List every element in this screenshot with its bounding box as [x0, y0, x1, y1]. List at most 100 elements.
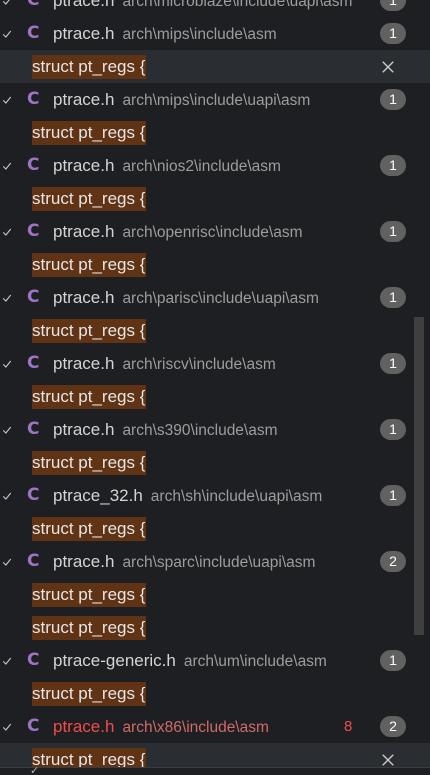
match-count-badge: 1 — [380, 89, 406, 110]
match-result-row[interactable]: struct pt_regs { — [0, 578, 430, 611]
chevron-down-icon[interactable] — [0, 545, 14, 578]
match-result-row[interactable]: struct pt_regs { — [0, 116, 430, 149]
match-result-row[interactable]: struct pt_regs { — [0, 512, 430, 545]
chevron-down-icon[interactable] — [0, 281, 14, 314]
c-file-icon: C — [27, 0, 40, 10]
c-file-icon: C — [27, 650, 40, 670]
match-result-row[interactable]: struct pt_regs { — [0, 182, 430, 215]
chevron-down-icon[interactable] — [0, 413, 14, 446]
match-result-row[interactable]: struct pt_regs { — [0, 248, 430, 281]
match-count-badge: 1 — [380, 353, 406, 374]
match-text: struct pt_regs { — [32, 182, 147, 215]
file-name-label: ptrace.h — [53, 552, 115, 571]
chevron-down-icon[interactable] — [0, 644, 14, 677]
c-file-icon: C — [27, 485, 40, 505]
file-result-row[interactable]: Cptrace.h arch\s390\include\asm 1 — [0, 413, 430, 446]
file-path: arch\s390\include\asm — [122, 422, 278, 439]
file-name: ptrace.h arch\microblaze\include\uapi\asm — [53, 0, 352, 18]
match-text: struct pt_regs { — [32, 611, 147, 644]
match-text: struct pt_regs { — [32, 314, 147, 347]
c-file-icon: C — [27, 419, 40, 439]
file-name-label: ptrace.h — [53, 717, 115, 736]
scrollbar-thumb[interactable] — [414, 317, 424, 635]
match-count-badge: 1 — [380, 155, 406, 176]
match-text: struct pt_regs { — [32, 116, 147, 149]
match-highlight: struct pt_regs { — [32, 517, 147, 541]
match-highlight: struct pt_regs { — [32, 187, 147, 211]
file-name-label: ptrace.h — [53, 354, 115, 373]
match-text: struct pt_regs { — [32, 677, 147, 710]
close-icon[interactable] — [378, 50, 398, 83]
match-result-row[interactable]: struct pt_regs { — [0, 611, 430, 644]
match-count-badge: 1 — [380, 419, 406, 440]
file-name: ptrace.h arch\s390\include\asm — [53, 413, 278, 447]
chevron-down-icon[interactable] — [0, 215, 14, 248]
file-result-row[interactable]: Cptrace_32.h arch\sh\include\uapi\asm 1 — [0, 479, 430, 512]
match-text: struct pt_regs { — [32, 380, 147, 413]
match-result-row[interactable]: struct pt_regs { — [0, 314, 430, 347]
match-highlight: struct pt_regs { — [32, 451, 147, 475]
file-path: arch\x86\include\asm — [122, 719, 269, 736]
file-result-row[interactable]: Cptrace.h arch\openrisc\include\asm 1 — [0, 215, 430, 248]
file-name-label: ptrace.h — [53, 156, 115, 175]
file-path: arch\um\include\asm — [183, 653, 327, 670]
file-name-label: ptrace_32.h — [53, 486, 143, 505]
file-result-row[interactable]: Cptrace.h arch\microblaze\include\uapi\as… — [0, 0, 430, 17]
match-count-badge: 1 — [380, 287, 406, 308]
file-name-label: ptrace.h — [53, 0, 115, 10]
file-result-row[interactable]: Cptrace.h arch\nios2\include\asm 1 — [0, 149, 430, 182]
match-count-badge: 1 — [380, 650, 406, 671]
file-name-label: ptrace.h — [53, 420, 115, 439]
search-results-list: Cptrace.h arch\microblaze\include\uapi\as… — [0, 0, 430, 775]
c-file-icon: C — [27, 551, 40, 571]
match-text: struct pt_regs { — [32, 446, 147, 479]
chevron-down-icon[interactable] — [0, 710, 14, 743]
file-name: ptrace.h arch\openrisc\include\asm — [53, 215, 303, 249]
chevron-down-icon[interactable] — [0, 0, 14, 17]
match-count-badge: 1 — [380, 221, 406, 242]
file-name-label: ptrace-generic.h — [53, 651, 176, 670]
chevron-down-icon[interactable] — [0, 83, 14, 116]
match-count-badge: 1 — [380, 485, 406, 506]
match-result-row[interactable]: struct pt_regs { — [0, 446, 430, 479]
file-result-row[interactable]: Cptrace.h arch\mips\include\uapi\asm 1 — [0, 83, 430, 116]
match-count-badge: 2 — [380, 551, 406, 572]
chevron-down-icon[interactable] — [0, 479, 14, 512]
file-result-row[interactable]: Cptrace.h arch\sparc\include\uapi\asm 2 — [0, 545, 430, 578]
chevron-down-icon[interactable] — [0, 347, 14, 380]
match-count-badge: 1 — [380, 23, 406, 44]
match-highlight: struct pt_regs { — [32, 385, 147, 409]
chevron-down-icon[interactable] — [0, 149, 14, 182]
match-result-row[interactable]: struct pt_regs { — [0, 380, 430, 413]
match-text: struct pt_regs { — [32, 578, 147, 611]
c-file-icon: C — [27, 353, 40, 373]
file-result-row[interactable]: Cptrace.h arch\x86\include\asm 8 2 — [0, 710, 430, 743]
bottom-edge-glyph: ✓ — [30, 765, 40, 775]
file-name: ptrace.h arch\parisc\include\uapi\asm — [53, 281, 319, 315]
file-name: ptrace.h arch\x86\include\asm — [53, 710, 269, 744]
file-path: arch\mips\include\uapi\asm — [122, 92, 311, 109]
file-path: arch\nios2\include\asm — [122, 158, 281, 175]
c-file-icon: C — [27, 89, 40, 109]
c-file-icon: C — [27, 287, 40, 307]
match-result-row[interactable]: struct pt_regs { — [0, 677, 430, 710]
chevron-down-icon[interactable] — [0, 17, 14, 50]
file-name-label: ptrace.h — [53, 288, 115, 307]
c-file-icon: C — [27, 221, 40, 241]
file-path: arch\parisc\include\uapi\asm — [122, 290, 319, 307]
c-file-icon: C — [27, 23, 40, 43]
c-file-icon: C — [27, 155, 40, 175]
file-path: arch\riscv\include\asm — [122, 356, 276, 373]
file-name: ptrace.h arch\mips\include\asm — [53, 17, 277, 51]
match-count-badge: 2 — [380, 716, 406, 737]
file-path: arch\sh\include\uapi\asm — [150, 488, 323, 505]
c-file-icon: C — [27, 716, 40, 736]
file-name-label: ptrace.h — [53, 90, 115, 109]
file-result-row[interactable]: Cptrace.h arch\mips\include\asm 1 — [0, 17, 430, 50]
file-result-row[interactable]: Cptrace.h arch\riscv\include\asm 1 — [0, 347, 430, 380]
file-name-label: ptrace.h — [53, 222, 115, 241]
match-result-row[interactable]: struct pt_regs { — [0, 50, 430, 83]
file-result-row[interactable]: Cptrace-generic.h arch\um\include\asm 1 — [0, 644, 430, 677]
file-name: ptrace.h arch\nios2\include\asm — [53, 149, 281, 183]
file-result-row[interactable]: Cptrace.h arch\parisc\include\uapi\asm 1 — [0, 281, 430, 314]
